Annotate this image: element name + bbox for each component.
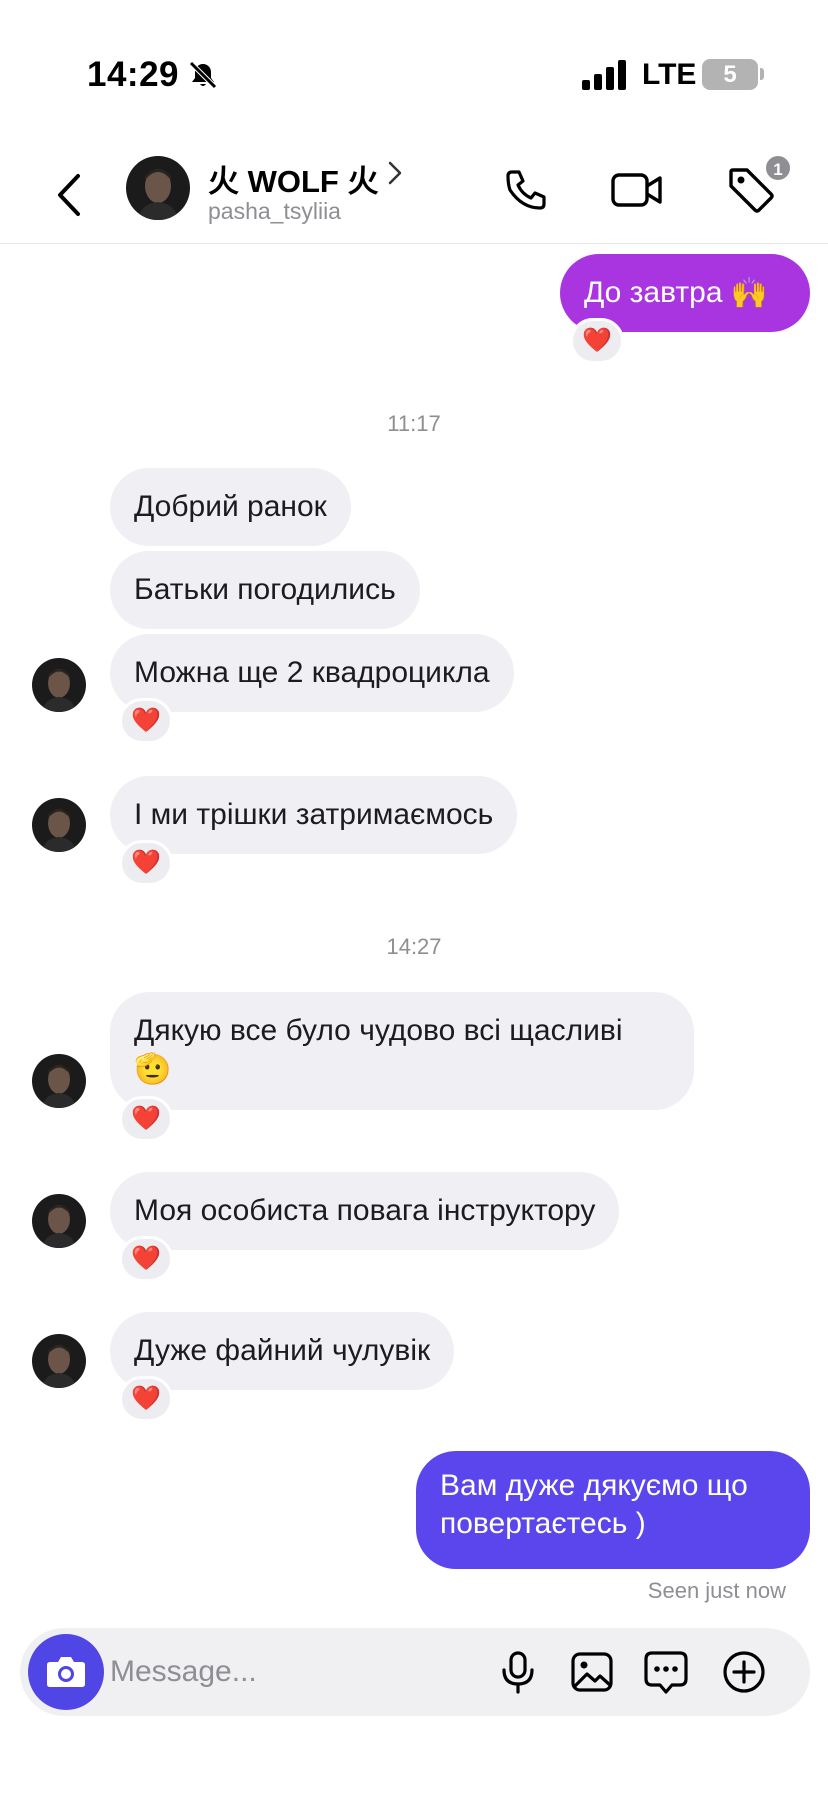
avatar-photo — [32, 1054, 86, 1108]
battery-level: 5 — [702, 59, 758, 90]
camera-button[interactable] — [28, 1634, 104, 1710]
message-incoming[interactable]: І ми трішки затримаємось — [110, 776, 518, 854]
contact-name[interactable]: 火 WOLF 火 — [208, 156, 378, 201]
sender-avatar[interactable] — [32, 1334, 86, 1388]
avatar-photo — [126, 156, 190, 220]
heart-reaction[interactable]: ❤️ — [570, 318, 624, 364]
status-time: 14:29 — [87, 55, 180, 94]
contact-avatar[interactable] — [126, 156, 190, 220]
message-input[interactable] — [110, 1652, 490, 1692]
tag-badge: 1 — [764, 154, 792, 182]
microphone-icon[interactable] — [494, 1648, 542, 1696]
avatar-photo — [32, 1194, 86, 1248]
network-type: LTE — [642, 58, 697, 91]
timestamp: 14:27 — [386, 934, 442, 959]
camera-icon — [47, 1657, 85, 1687]
message-incoming[interactable]: Дякую все було чудово всі щасливі 🫡 — [110, 992, 694, 1110]
heart-reaction[interactable]: ❤️ — [119, 1096, 173, 1142]
back-chevron-icon[interactable] — [50, 170, 90, 220]
message-outgoing[interactable]: Вам дуже дякуємо що повертаєтесь ) — [416, 1451, 810, 1569]
video-camera-icon[interactable] — [610, 166, 664, 214]
battery-tip — [760, 68, 764, 80]
message-incoming[interactable]: Добрий ранок — [110, 468, 351, 546]
bell-slash-icon — [189, 61, 217, 89]
heart-reaction[interactable]: ❤️ — [119, 698, 173, 744]
heart-reaction[interactable]: ❤️ — [119, 840, 173, 886]
message-text: До завтра — [584, 276, 723, 309]
message-text: Дякую все було чудово всі щасливі — [134, 1014, 623, 1047]
status-bar: 14:29 LTE 5 — [0, 0, 828, 140]
sticker-icon[interactable] — [642, 1648, 690, 1696]
message-composer — [20, 1628, 810, 1716]
sender-avatar[interactable] — [32, 798, 86, 852]
raised-hands-emoji: 🙌 — [730, 277, 769, 311]
signal-icon — [582, 60, 626, 90]
avatar-photo — [32, 1334, 86, 1388]
phone-icon[interactable] — [502, 166, 550, 214]
contact-username: pasha_tsyliia — [208, 198, 341, 224]
avatar-photo — [32, 658, 86, 712]
seen-status: Seen just now — [647, 1578, 786, 1603]
avatar-photo — [32, 798, 86, 852]
sender-avatar[interactable] — [32, 658, 86, 712]
message-incoming[interactable]: Моя особиста повага інструктору — [110, 1172, 620, 1250]
heart-reaction[interactable]: ❤️ — [119, 1376, 173, 1422]
sender-avatar[interactable] — [32, 1054, 86, 1108]
chevron-right-icon[interactable] — [385, 159, 405, 187]
timestamp: 11:17 — [387, 411, 441, 436]
image-icon[interactable] — [568, 1648, 616, 1696]
saluting-face-emoji: 🫡 — [134, 1053, 172, 1087]
sender-avatar[interactable] — [32, 1194, 86, 1248]
chat-header: 火 WOLF 火 pasha_tsyliia 1 — [0, 140, 828, 244]
message-incoming[interactable]: Батьки погодились — [110, 551, 420, 629]
plus-circle-icon[interactable] — [720, 1648, 768, 1696]
message-incoming[interactable]: Можна ще 2 квадроцикла — [110, 634, 514, 712]
heart-reaction[interactable]: ❤️ — [119, 1236, 173, 1282]
